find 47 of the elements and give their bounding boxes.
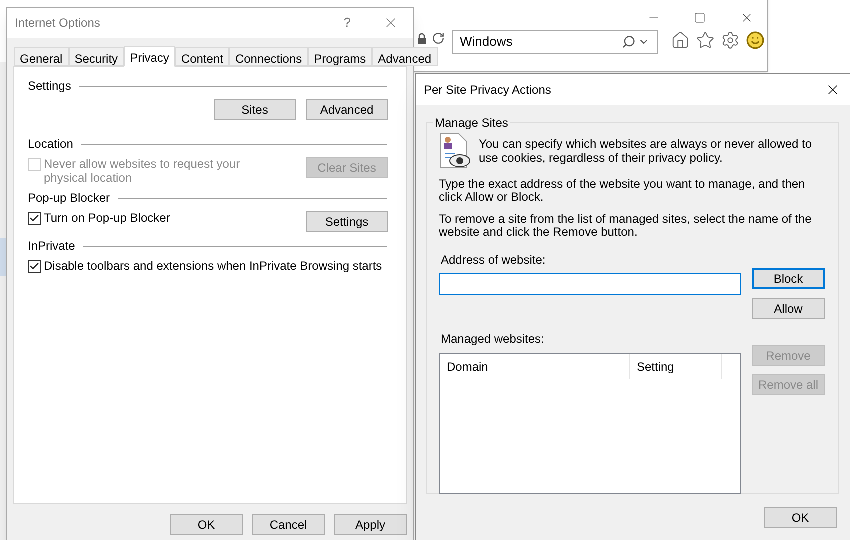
section-heading: Settings <box>28 78 72 95</box>
intro-text: You can specify which websites are always or never allowed to use cookies, regardless of their privacy policy. <box>479 137 814 167</box>
refresh-icon[interactable] <box>432 32 445 45</box>
smiley-icon[interactable] <box>746 31 765 50</box>
tab[interactable]: Content <box>175 47 230 66</box>
button[interactable]: Settings <box>306 211 388 232</box>
tab[interactable]: Privacy <box>124 46 176 67</box>
tab[interactable]: Programs <box>308 47 372 66</box>
button[interactable]: OK <box>170 514 243 535</box>
button[interactable]: Sites <box>214 99 296 120</box>
settings-icon[interactable] <box>721 31 740 50</box>
checkbox[interactable] <box>28 212 41 225</box>
managed-websites-list[interactable]: Domain Setting <box>439 353 741 494</box>
tab[interactable]: Advanced <box>372 47 438 66</box>
button[interactable]: Cancel <box>252 514 325 535</box>
field-label: Address of website: <box>441 252 547 269</box>
checkbox-label: Turn on Pop-up Blocker <box>44 211 170 225</box>
ok-button[interactable]: OK <box>764 507 837 528</box>
search-field[interactable]: Windows <box>452 30 658 54</box>
help-button[interactable]: ? <box>344 13 351 33</box>
window-title: Internet Options <box>15 15 102 32</box>
window-title: Per Site Privacy Actions <box>424 82 552 98</box>
document-eye-icon <box>439 133 471 169</box>
address-field[interactable] <box>439 273 741 295</box>
instruction-text: Type the exact address of the website you want to manage, and then click Allow or Block. <box>439 178 806 204</box>
column-header[interactable]: Domain <box>440 354 630 379</box>
button[interactable]: Advanced <box>306 99 388 120</box>
tab[interactable]: General <box>14 47 69 66</box>
button[interactable]: Block <box>752 268 825 289</box>
tab[interactable]: Security <box>68 47 124 66</box>
column-header[interactable]: Setting <box>630 354 722 379</box>
button[interactable]: Allow <box>752 298 825 319</box>
button[interactable]: Apply <box>334 514 407 535</box>
tab[interactable]: Connections <box>229 47 308 66</box>
search-icon[interactable] <box>622 35 636 49</box>
checkbox-label: Never allow websites to request your physical location <box>44 157 242 185</box>
section-heading: Pop-up Blocker <box>28 190 110 207</box>
home-icon[interactable] <box>671 31 690 50</box>
field-label: Managed websites: <box>441 331 546 348</box>
section-heading: Location <box>28 136 74 153</box>
instruction-text: To remove a site from the list of managed sites, select the name of the website and click the Remove button. <box>439 213 813 239</box>
section-heading: InPrivate <box>28 238 76 255</box>
maximize-icon[interactable] <box>694 12 706 24</box>
star-icon[interactable] <box>696 31 715 50</box>
checkbox[interactable] <box>28 260 41 273</box>
lock-icon <box>418 33 426 44</box>
checkbox-label: Disable toolbars and extensions when InPrivate Browsing starts <box>44 259 382 273</box>
